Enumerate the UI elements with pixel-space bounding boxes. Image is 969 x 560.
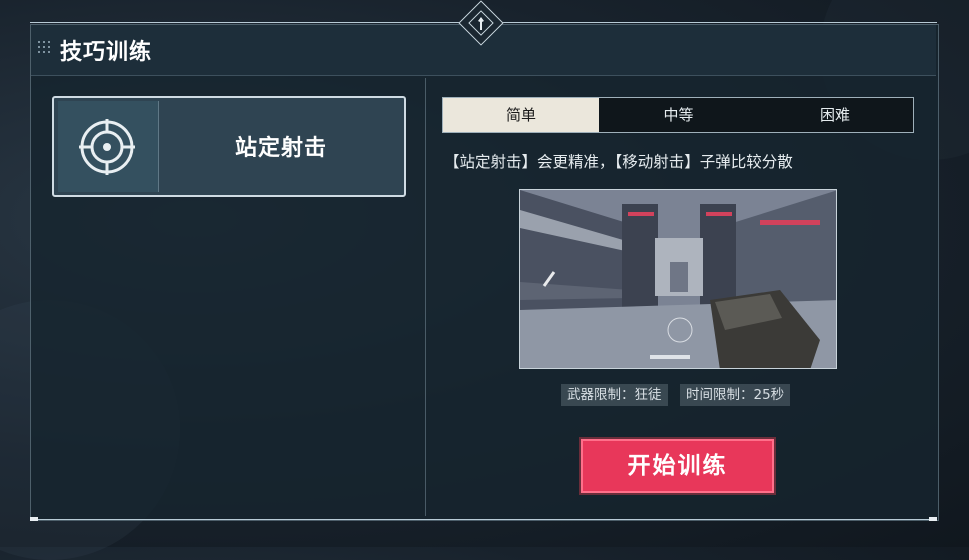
difficulty-tabs: 简单 中等 困难 — [442, 97, 914, 133]
drag-handle-icon — [38, 41, 52, 57]
start-training-button[interactable]: 开始训练 — [579, 437, 776, 495]
weapon-restriction: 武器限制：狂徒 — [561, 384, 668, 406]
corner-marker — [30, 517, 38, 521]
tab-hard[interactable]: 困难 — [757, 98, 913, 132]
sword-icon — [478, 17, 484, 30]
column-divider — [425, 78, 426, 516]
tab-easy[interactable]: 简单 — [443, 98, 599, 132]
preview-image — [519, 189, 837, 369]
page-title: 技巧训练 — [60, 40, 153, 65]
tab-medium[interactable]: 中等 — [600, 98, 757, 132]
time-restriction: 时间限制：25秒 — [680, 384, 791, 406]
panel-bottom-border — [30, 519, 937, 520]
mode-description: 【站定射击】会更精准，【移动射击】子弹比较分散 — [444, 153, 793, 171]
mode-label: 站定射击 — [234, 136, 327, 161]
crosshair-icon — [79, 119, 135, 175]
corner-marker — [929, 517, 937, 521]
